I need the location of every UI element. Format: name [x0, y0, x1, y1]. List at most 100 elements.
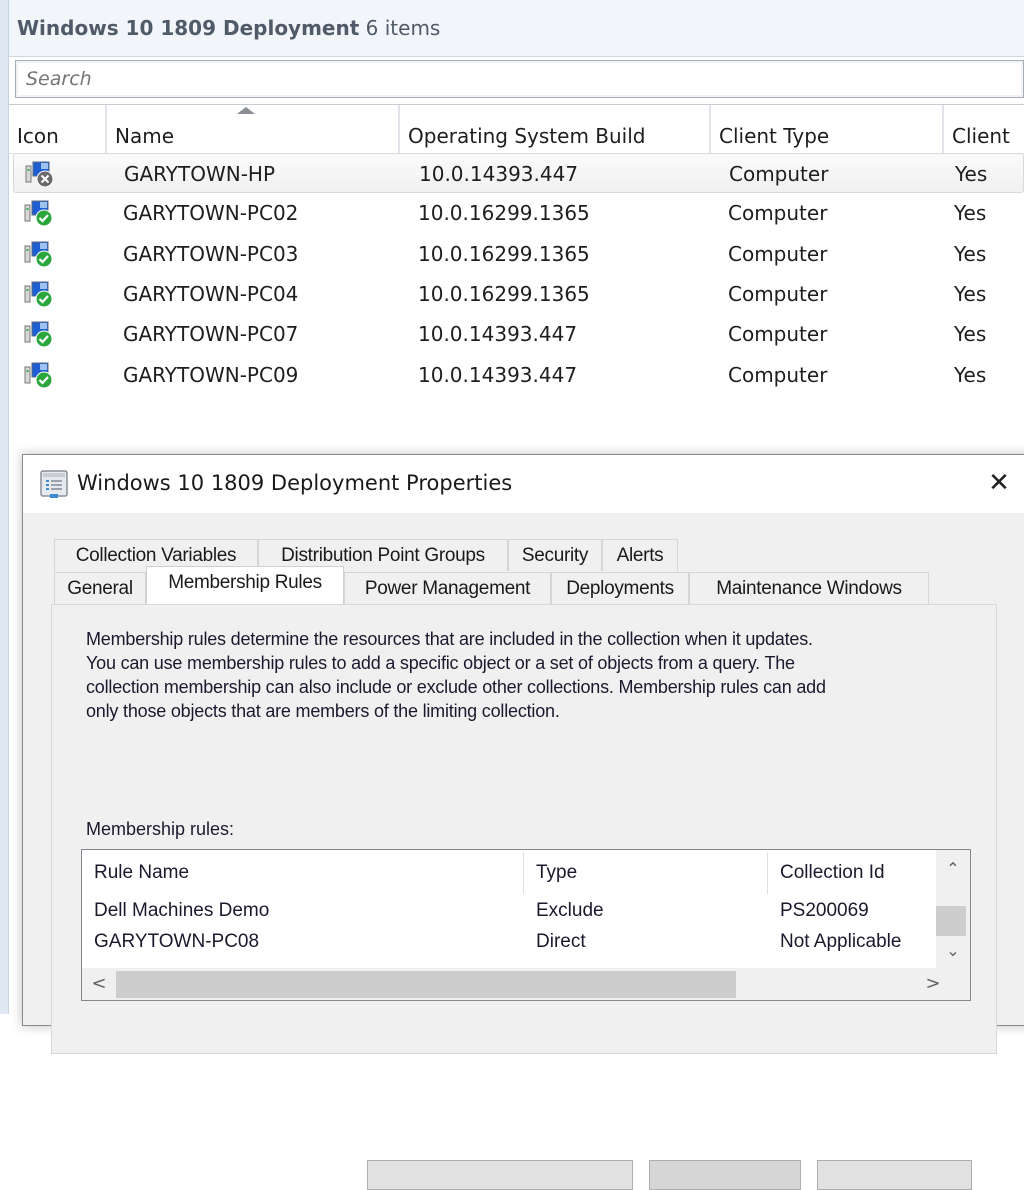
rules-column-rule-name[interactable]: Rule Name [82, 850, 524, 894]
collection-name: Windows 10 1809 Deployment [17, 16, 360, 40]
device-client-type: Computer [728, 322, 828, 347]
rule-collection-id: PS200069 [780, 900, 869, 921]
device-client: Yes [954, 281, 987, 306]
computer-ok-icon [23, 361, 55, 389]
device-os-build: 10.0.14393.447 [418, 322, 578, 347]
device-row[interactable]: GARYTOWN-PC02 10.0.16299.1365 Computer Yes [9, 193, 1024, 233]
device-row[interactable]: GARYTOWN-PC03 10.0.16299.1365 Computer Yes [9, 234, 1024, 274]
column-header-name[interactable]: Name [107, 105, 400, 153]
device-client-type: Computer [728, 281, 828, 306]
column-header-client[interactable]: Client [944, 105, 1024, 153]
horizontal-scroll-thumb[interactable] [116, 971, 736, 998]
column-header-os-build[interactable]: Operating System Build [400, 105, 711, 153]
scroll-down-button[interactable]: ⌄ [936, 936, 970, 966]
computer-no-client-icon [24, 160, 56, 188]
properties-window-icon [40, 470, 68, 498]
properties-dialog: Windows 10 1809 Deployment Properties ✕ … [22, 454, 1024, 1190]
device-client: Yes [954, 362, 987, 387]
device-row[interactable]: GARYTOWN-PC04 10.0.16299.1365 Computer Yes [9, 274, 1024, 314]
scroll-left-button[interactable]: < [82, 968, 116, 1000]
column-header-icon[interactable]: Icon [9, 105, 107, 153]
delete-rule-button[interactable] [817, 1160, 972, 1190]
description-line: only those objects that are members of t… [86, 701, 560, 721]
device-row[interactable]: GARYTOWN-HP 10.0.14393.447 Computer Yes [13, 153, 1024, 193]
computer-ok-icon [23, 199, 55, 227]
dialog-titlebar[interactable]: Windows 10 1809 Deployment Properties ✕ [23, 455, 1024, 513]
rule-collection-id: Not Applicable [780, 931, 902, 952]
chevron-up-icon: ⌃ [946, 859, 960, 878]
device-name: GARYTOWN-PC02 [123, 201, 299, 226]
column-header-client-type[interactable]: Client Type [711, 105, 944, 153]
tab-alerts[interactable]: Alerts [602, 539, 678, 571]
view-header: Windows 10 1809 Deployment 6 items [9, 0, 1024, 57]
column-header-label: Name [115, 124, 175, 148]
chevron-right-icon: > [925, 973, 941, 994]
device-name: GARYTOWN-HP [124, 162, 276, 186]
column-header-label: Collection Id [780, 862, 885, 883]
tab-security[interactable]: Security [508, 539, 602, 571]
rule-name: Dell Machines Demo [94, 900, 270, 921]
search-box[interactable] [15, 60, 1024, 98]
description-line: Membership rules determine the resources… [86, 629, 813, 649]
horizontal-scrollbar[interactable]: < > [82, 968, 970, 1000]
close-button[interactable]: ✕ [979, 465, 1019, 501]
column-header-label: Client Type [719, 124, 830, 148]
column-header-label: Operating System Build [408, 124, 646, 148]
device-client-type: Computer [728, 241, 828, 266]
collection-members-view: Windows 10 1809 Deployment 6 items Icon … [9, 0, 1024, 440]
tab-membership-rules[interactable]: Membership Rules [146, 566, 344, 604]
rule-name: GARYTOWN-PC08 [94, 931, 260, 952]
device-row[interactable]: GARYTOWN-PC07 10.0.14393.447 Computer Yes [9, 314, 1024, 354]
tab-maintenance-windows[interactable]: Maintenance Windows [689, 572, 929, 604]
rule-row[interactable]: GARYTOWN-PC08 Direct Not Applicable [82, 931, 936, 961]
tab-power-management[interactable]: Power Management [344, 572, 551, 604]
device-os-build: 10.0.14393.447 [419, 162, 579, 186]
column-header-label: Type [536, 862, 578, 883]
membership-rules-label: Membership rules: [86, 819, 235, 839]
vertical-scroll-thumb[interactable] [936, 906, 966, 936]
grid-header: Icon Name Operating System Build Client … [9, 104, 1024, 154]
device-client-type: Computer [728, 201, 828, 226]
vertical-scrollbar[interactable]: ⌃ ⌄ [936, 850, 970, 968]
device-client-type: Computer [728, 362, 828, 387]
item-count: 6 items [365, 16, 441, 40]
chevron-down-icon: ⌄ [946, 941, 960, 960]
chevron-left-icon: < [91, 973, 107, 994]
sort-ascending-icon [237, 107, 255, 114]
membership-rules-description: Membership rules determine the resources… [86, 627, 986, 723]
dialog-title: Windows 10 1809 Deployment Properties [77, 471, 513, 495]
membership-rules-list[interactable]: Rule Name Type Collection Id Dell Machin… [81, 849, 971, 1001]
device-client: Yes [954, 201, 987, 226]
scroll-up-button[interactable]: ⌃ [936, 854, 970, 884]
device-name: GARYTOWN-PC03 [123, 241, 299, 266]
device-name: GARYTOWN-PC04 [123, 281, 299, 306]
rules-column-type[interactable]: Type [524, 850, 768, 894]
navigation-pane-edge [0, 0, 9, 1014]
device-client: Yes [955, 162, 988, 186]
search-input[interactable] [20, 64, 1023, 94]
rule-row[interactable]: Dell Machines Demo Exclude PS200069 [82, 900, 936, 930]
edit-rule-button[interactable] [649, 1160, 801, 1190]
device-client: Yes [954, 241, 987, 266]
device-name: GARYTOWN-PC09 [123, 362, 299, 387]
column-header-label: Icon [17, 124, 59, 148]
add-rule-button[interactable] [367, 1160, 633, 1190]
membership-rules-page: Membership rules determine the resources… [51, 604, 997, 1190]
device-os-build: 10.0.16299.1365 [418, 281, 590, 306]
rules-column-collection-id[interactable]: Collection Id [768, 850, 936, 892]
computer-ok-icon [23, 240, 55, 268]
device-row[interactable]: GARYTOWN-PC09 10.0.14393.447 Computer Yes [9, 355, 1024, 395]
view-title: Windows 10 1809 Deployment 6 items [17, 16, 440, 40]
device-client: Yes [954, 322, 987, 347]
description-line: collection membership can also include o… [86, 677, 826, 697]
column-header-label: Rule Name [94, 862, 190, 883]
computer-ok-icon [23, 320, 55, 348]
computer-ok-icon [23, 280, 55, 308]
tab-general[interactable]: General [54, 572, 146, 604]
device-os-build: 10.0.16299.1365 [418, 241, 590, 266]
device-client-type: Computer [729, 162, 829, 186]
device-os-build: 10.0.14393.447 [418, 362, 578, 387]
column-header-label: Client [952, 124, 1010, 148]
tab-deployments[interactable]: Deployments [551, 572, 689, 604]
scroll-right-button[interactable]: > [916, 968, 950, 1000]
